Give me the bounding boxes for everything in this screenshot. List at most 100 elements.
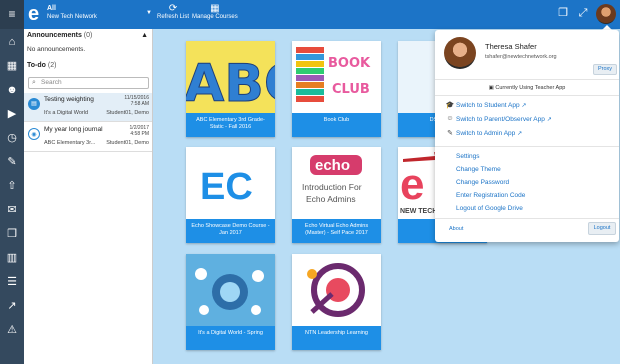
search-icon: ⌕ bbox=[32, 79, 36, 86]
external-link-icon: ↗ bbox=[546, 117, 552, 123]
about-link[interactable]: About bbox=[449, 226, 463, 232]
profile-name: Theresa Shafer bbox=[485, 42, 537, 51]
course-card[interactable]: BOOK CLUB Book Club bbox=[292, 41, 381, 137]
alert-icon[interactable]: ⚠ bbox=[0, 321, 24, 339]
expand-icon[interactable]: ⤢ bbox=[576, 6, 590, 20]
logout-button[interactable]: Logout bbox=[588, 222, 616, 235]
course-card-label: It's a Digital World - Spring bbox=[186, 326, 275, 350]
course-card[interactable]: echo Introduction For Echo Admins Echo V… bbox=[292, 147, 381, 243]
course-card-label: Book Club bbox=[292, 113, 381, 137]
org-subtitle: New Tech Network bbox=[47, 14, 97, 20]
announcements-header[interactable]: Announcements (0) bbox=[27, 32, 92, 39]
todo-title: To-do bbox=[27, 62, 46, 69]
briefcase-icon: ▣ bbox=[488, 85, 494, 91]
book-icon[interactable]: ▥ bbox=[0, 249, 24, 267]
nav-rail: ⌂ ▦ ☻ ▶ ◷ ✎ ⇧ ✉ ❒ ▥ ☰ ↗ ⚠ bbox=[0, 29, 24, 364]
edit-icon[interactable]: ✎ bbox=[0, 153, 24, 171]
list-icon[interactable]: ☰ bbox=[0, 273, 24, 291]
todo-header[interactable]: To-do (2) bbox=[27, 62, 56, 69]
course-image: BOOK CLUB bbox=[292, 41, 381, 113]
search-input[interactable]: ⌕ Search bbox=[28, 77, 149, 89]
org-selector[interactable]: All New Tech Network bbox=[47, 5, 97, 21]
profile-email: tshafer@newtechnetwork.org bbox=[485, 54, 557, 60]
no-announcements-text: No announcements. bbox=[27, 46, 86, 53]
collapse-icon[interactable]: ▲ bbox=[141, 32, 148, 39]
upload-icon[interactable]: ⇧ bbox=[0, 177, 24, 195]
copy-icon[interactable]: ❐ bbox=[556, 6, 570, 20]
people-icon[interactable]: ☻ bbox=[0, 81, 24, 99]
announcements-count: (0) bbox=[83, 32, 93, 39]
svg-text:EC: EC bbox=[200, 166, 253, 208]
enter-registration-code-link[interactable]: Enter Registration Code bbox=[456, 192, 525, 199]
refresh-label: Refresh List bbox=[157, 14, 190, 20]
logout-google-drive-link[interactable]: Logout of Google Drive bbox=[456, 205, 523, 212]
external-link-icon: ↗ bbox=[517, 131, 523, 137]
manage-label: Manage Courses bbox=[192, 14, 238, 20]
todo-item-title: Testing weighting bbox=[44, 96, 94, 103]
menu-icon[interactable]: ≡ bbox=[0, 0, 24, 29]
todo-item[interactable]: ▤ Testing weighting 11/15/2016 7:58 AM I… bbox=[24, 93, 152, 122]
change-password-link[interactable]: Change Password bbox=[456, 179, 509, 186]
svg-text:ABC: ABC bbox=[186, 54, 275, 113]
smile-icon: ☺ bbox=[446, 115, 454, 122]
todo-item-title: My year long journal bbox=[44, 126, 103, 133]
todo-count: (2) bbox=[47, 62, 57, 69]
todo-item-user: Student01, Demo bbox=[106, 110, 149, 116]
echo-logo[interactable]: e bbox=[27, 3, 44, 24]
announcements-title: Announcements bbox=[27, 32, 82, 39]
course-image: echo Introduction For Echo Admins bbox=[292, 147, 381, 219]
wrench-icon: ✎ bbox=[447, 130, 453, 137]
chevron-down-icon[interactable]: ▼ bbox=[146, 10, 152, 16]
course-image: ABC bbox=[186, 41, 275, 113]
search-placeholder: Search bbox=[41, 79, 62, 86]
play-icon[interactable]: ▶ bbox=[0, 105, 24, 123]
course-card-label: ABC Elementary 3rd Grade- Static - Fall … bbox=[186, 113, 275, 137]
manage-courses-button[interactable]: ▦ Manage Courses bbox=[192, 3, 238, 20]
proxy-button[interactable]: Proxy bbox=[593, 64, 617, 75]
course-card-label: Echo Virtual Echo Admins (Master) - Self… bbox=[292, 219, 381, 243]
todo-item-date: 1/2/2017 4:58 PM bbox=[129, 125, 149, 137]
switch-student-app-link[interactable]: Switch to Student App ↗ bbox=[456, 102, 526, 109]
change-theme-link[interactable]: Change Theme bbox=[456, 166, 501, 173]
switch-parent-app-link[interactable]: Switch to Parent/Observer App ↗ bbox=[456, 116, 552, 123]
assignment-icon: ▤ bbox=[28, 98, 40, 110]
switch-admin-app-link[interactable]: Switch to Admin App ↗ bbox=[456, 130, 522, 137]
todo-item-date: 11/15/2016 7:58 AM bbox=[124, 95, 149, 107]
files-icon[interactable]: ❒ bbox=[0, 225, 24, 243]
course-card[interactable]: EC Echo Showcase Demo Course - Jan 2017 bbox=[186, 147, 275, 243]
graduation-cap-icon: 🎓 bbox=[445, 102, 455, 109]
course-card[interactable]: NTN Leadership Learning bbox=[292, 254, 381, 350]
user-avatar[interactable] bbox=[596, 4, 616, 24]
svg-text:e: e bbox=[28, 3, 39, 24]
mail-icon[interactable]: ✉ bbox=[0, 201, 24, 219]
time-icon[interactable]: ◷ bbox=[0, 129, 24, 147]
profile-dropdown: Theresa Shafer tshafer@newtechnetwork.or… bbox=[435, 30, 619, 242]
svg-text:echo: echo bbox=[315, 157, 350, 174]
refresh-list-button[interactable]: ⟳ Refresh List bbox=[157, 3, 189, 20]
todo-item[interactable]: ◉ My year long journal 1/2/2017 4:58 PM … bbox=[24, 123, 152, 152]
svg-text:Echo Admins: Echo Admins bbox=[306, 194, 356, 204]
divider bbox=[435, 79, 619, 80]
course-card-label: Echo Showcase Demo Course - Jan 2017 bbox=[186, 219, 275, 243]
refresh-icon: ⟳ bbox=[168, 3, 178, 14]
home-icon[interactable]: ⌂ bbox=[0, 33, 24, 51]
profile-avatar bbox=[444, 37, 476, 69]
course-image: EC bbox=[186, 147, 275, 219]
chart-icon[interactable]: ↗ bbox=[0, 297, 24, 315]
top-bar: ≡ e All New Tech Network ▼ ⟳ Refresh Lis… bbox=[0, 0, 620, 29]
svg-text:CLUB: CLUB bbox=[332, 82, 370, 97]
external-link-icon: ↗ bbox=[521, 103, 527, 109]
todo-item-course: It's a Digital World bbox=[44, 110, 89, 116]
course-card[interactable]: It's a Digital World - Spring bbox=[186, 254, 275, 350]
left-panel: Announcements (0) ▲ No announcements. To… bbox=[24, 29, 153, 364]
svg-text:e: e bbox=[400, 160, 424, 209]
course-image bbox=[186, 254, 275, 326]
divider bbox=[435, 95, 619, 96]
settings-link[interactable]: Settings bbox=[456, 153, 480, 160]
journal-icon: ◉ bbox=[28, 128, 40, 140]
calendar-icon[interactable]: ▦ bbox=[0, 57, 24, 75]
course-card[interactable]: ABC ABC Elementary 3rd Grade- Static - F… bbox=[186, 41, 275, 137]
svg-text:NEW TECH: NEW TECH bbox=[400, 208, 437, 215]
org-name: All bbox=[47, 5, 56, 12]
course-card-label: NTN Leadership Learning bbox=[292, 326, 381, 350]
